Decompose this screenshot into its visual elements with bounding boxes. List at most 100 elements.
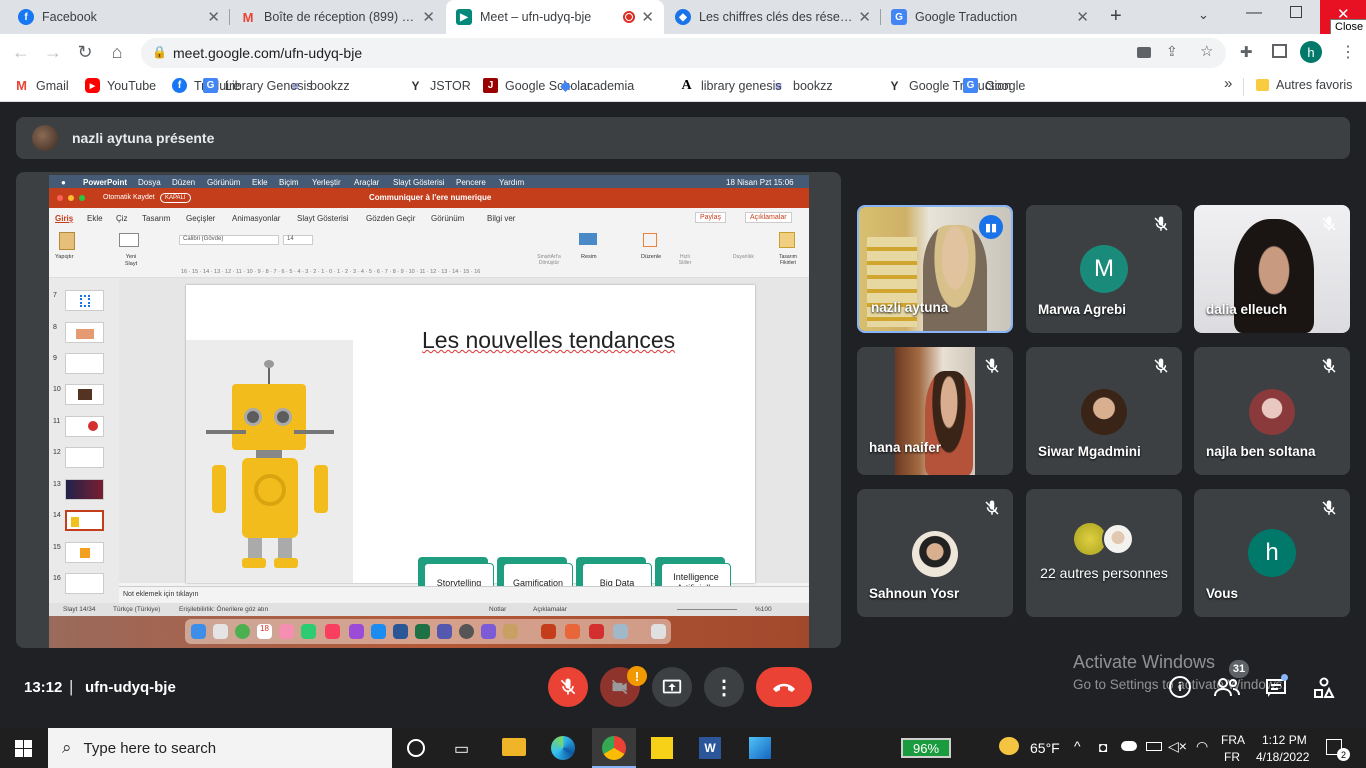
meeting-info-icon[interactable]: i <box>1169 676 1191 698</box>
chevron-up-icon[interactable]: ^ <box>1074 738 1081 754</box>
url-field[interactable]: 🔒 meet.google.com/ufn-udyq-bje ⇪ ☆ <box>141 38 1226 68</box>
tab-chiffres[interactable]: ◆ Les chiffres clés des réseaux ✕ <box>665 0 881 34</box>
input-layout[interactable]: FR <box>1224 750 1240 764</box>
back-button[interactable]: ← <box>10 42 32 63</box>
menu-item: Yerleştir <box>312 178 341 187</box>
mic-toggle-button[interactable] <box>548 667 588 707</box>
participant-tile-dalia[interactable]: dalia elleuch <box>1194 205 1350 333</box>
task-view-icon[interactable]: ▭ <box>454 739 469 759</box>
home-button[interactable]: ⌂ <box>106 42 128 63</box>
side-panel-icon[interactable] <box>1272 44 1287 58</box>
close-icon[interactable]: ✕ <box>641 8 654 26</box>
bookmark-library-genesis-2[interactable]: Alibrary genesis <box>679 78 781 93</box>
camera-warning-badge: ! <box>627 666 647 686</box>
participant-name: Vous <box>1206 586 1239 601</box>
close-icon[interactable]: ✕ <box>1076 8 1089 26</box>
battery-indicator[interactable]: 96% <box>901 738 951 758</box>
status-accessibility: Erişilebilirlik: Önerilere göz atın <box>179 606 269 613</box>
bookmark-star-icon[interactable]: ☆ <box>1200 42 1213 60</box>
mic-off-icon <box>560 678 576 695</box>
chat-button[interactable] <box>1265 678 1287 703</box>
bookmarks-bar: MGmail ▶YouTube fTraduire GLibrary Genes… <box>0 72 1366 102</box>
edge-icon[interactable] <box>551 736 575 760</box>
present-button[interactable] <box>652 667 692 707</box>
bookmark-google[interactable]: G Google <box>963 78 1025 93</box>
taskbar-search[interactable]: ⌕ Type here to search <box>48 728 392 768</box>
photos-icon[interactable] <box>749 737 771 759</box>
bookmark-youtube[interactable]: ▶ YouTube <box>85 78 156 93</box>
other-favorites[interactable]: Autres favoris <box>1256 78 1352 92</box>
word-icon[interactable]: W <box>699 737 721 759</box>
meet-tray-icon[interactable]: ◘ <box>1099 739 1107 755</box>
tab-gmail[interactable]: M Boîte de réception (899) - ha ✕ <box>230 0 445 34</box>
clock-date[interactable]: 4/18/2022 <box>1256 750 1309 764</box>
onedrive-icon[interactable] <box>1121 741 1137 751</box>
cortana-icon[interactable] <box>407 739 425 757</box>
ribbon: Giriş Ekle Çiz Tasarım Geçişler Animasyo… <box>49 208 809 278</box>
bookmark-jstor[interactable]: Y JSTOR <box>408 78 470 93</box>
weather-temp[interactable]: 65°F <box>1030 740 1060 756</box>
minimize-button[interactable]: — <box>1246 4 1262 22</box>
tab-facebook[interactable]: f Facebook ✕ <box>8 0 230 34</box>
restore-button[interactable] <box>1290 6 1302 18</box>
ribbon-label: Tasarım Fikirleri <box>779 254 797 266</box>
participant-tile-nazli[interactable]: ▮▮ nazli aytuna <box>857 205 1013 333</box>
bookmark-bookzz-2[interactable]: ≡ bookzz <box>771 78 833 93</box>
more-bookmarks-button[interactable]: » <box>1224 75 1232 92</box>
scholar-icon: ◆ <box>560 77 571 93</box>
extensions-icon[interactable]: ✚ <box>1240 43 1253 61</box>
activities-button[interactable] <box>1313 677 1335 704</box>
forward-button[interactable]: → <box>42 42 64 63</box>
ribbon-tab: Tasarım <box>142 214 171 223</box>
avatar <box>32 125 58 151</box>
close-icon[interactable]: ✕ <box>207 8 220 26</box>
participant-tile-marwa[interactable]: M Marwa Agrebi <box>1026 205 1182 333</box>
participant-tile-hana[interactable]: hana naifer <box>857 347 1013 475</box>
windows-start-icon[interactable] <box>15 740 32 757</box>
tab-translate[interactable]: G Google Traduction ✕ <box>881 0 1099 34</box>
bookmark-academia[interactable]: ◆ academia <box>558 77 635 93</box>
chat-icon <box>1266 679 1286 697</box>
file-explorer-icon[interactable] <box>502 738 526 756</box>
battery-icon[interactable] <box>1146 742 1162 751</box>
tab-title: Google Traduction <box>915 10 1018 24</box>
people-icon <box>1214 678 1240 697</box>
close-icon[interactable]: ✕ <box>858 8 871 26</box>
new-tab-button[interactable]: + <box>1110 5 1122 28</box>
tab-search-chevron-icon[interactable]: ⌄ <box>1198 7 1209 23</box>
tab-title: Boîte de réception (899) - ha <box>264 10 417 24</box>
participant-tile-najla[interactable]: najla ben soltana <box>1194 347 1350 475</box>
participant-tile-sahnoun[interactable]: Sahnoun Yosr <box>857 489 1013 617</box>
chrome-taskbar-button[interactable] <box>592 728 636 768</box>
bookmark-bookzz[interactable]: ≡ bookzz <box>288 78 350 93</box>
leave-call-button[interactable] <box>756 667 812 707</box>
bookmark-label: bookzz <box>310 78 350 93</box>
close-icon[interactable]: ✕ <box>422 8 435 26</box>
menu-item: Yardım <box>499 178 525 187</box>
wifi-icon[interactable]: ◠ <box>1196 738 1208 755</box>
participant-tile-self[interactable]: h Vous <box>1194 489 1350 617</box>
more-options-button[interactable]: ⋮ <box>704 667 744 707</box>
camera-icon[interactable] <box>1137 47 1151 58</box>
tab-meet[interactable]: ▶ Meet – ufn-udyq-bje ✕ <box>446 0 664 34</box>
libgen-icon: ≡ <box>291 78 299 93</box>
menu-dots-icon[interactable]: ⋮ <box>1340 42 1356 62</box>
profile-avatar[interactable]: h <box>1300 41 1322 63</box>
participant-tile-others[interactable]: 22 autres personnes <box>1026 489 1182 617</box>
input-lang[interactable]: FRA <box>1221 733 1245 747</box>
autosave-toggle: KAPALI <box>160 193 191 203</box>
zoom-level: %100 <box>755 606 772 613</box>
slide-thumb <box>65 416 104 437</box>
reload-button[interactable]: ↻ <box>74 42 96 63</box>
participant-tile-siwar[interactable]: Siwar Mgadmini <box>1026 347 1182 475</box>
clock-time[interactable]: 1:12 PM <box>1262 733 1307 747</box>
bookmark-gmail[interactable]: M Gmail <box>14 78 69 93</box>
share-icon[interactable]: ⇪ <box>1166 43 1178 60</box>
people-button[interactable] <box>1214 677 1240 702</box>
sticky-notes-icon[interactable] <box>651 737 673 759</box>
volume-muted-icon[interactable]: ◁× <box>1168 738 1187 755</box>
notification-count-badge: 2 <box>1337 748 1350 761</box>
jstor-icon: J <box>483 78 498 93</box>
mic-off-icon <box>1322 216 1336 231</box>
meeting-time: 13:12 <box>24 679 63 696</box>
